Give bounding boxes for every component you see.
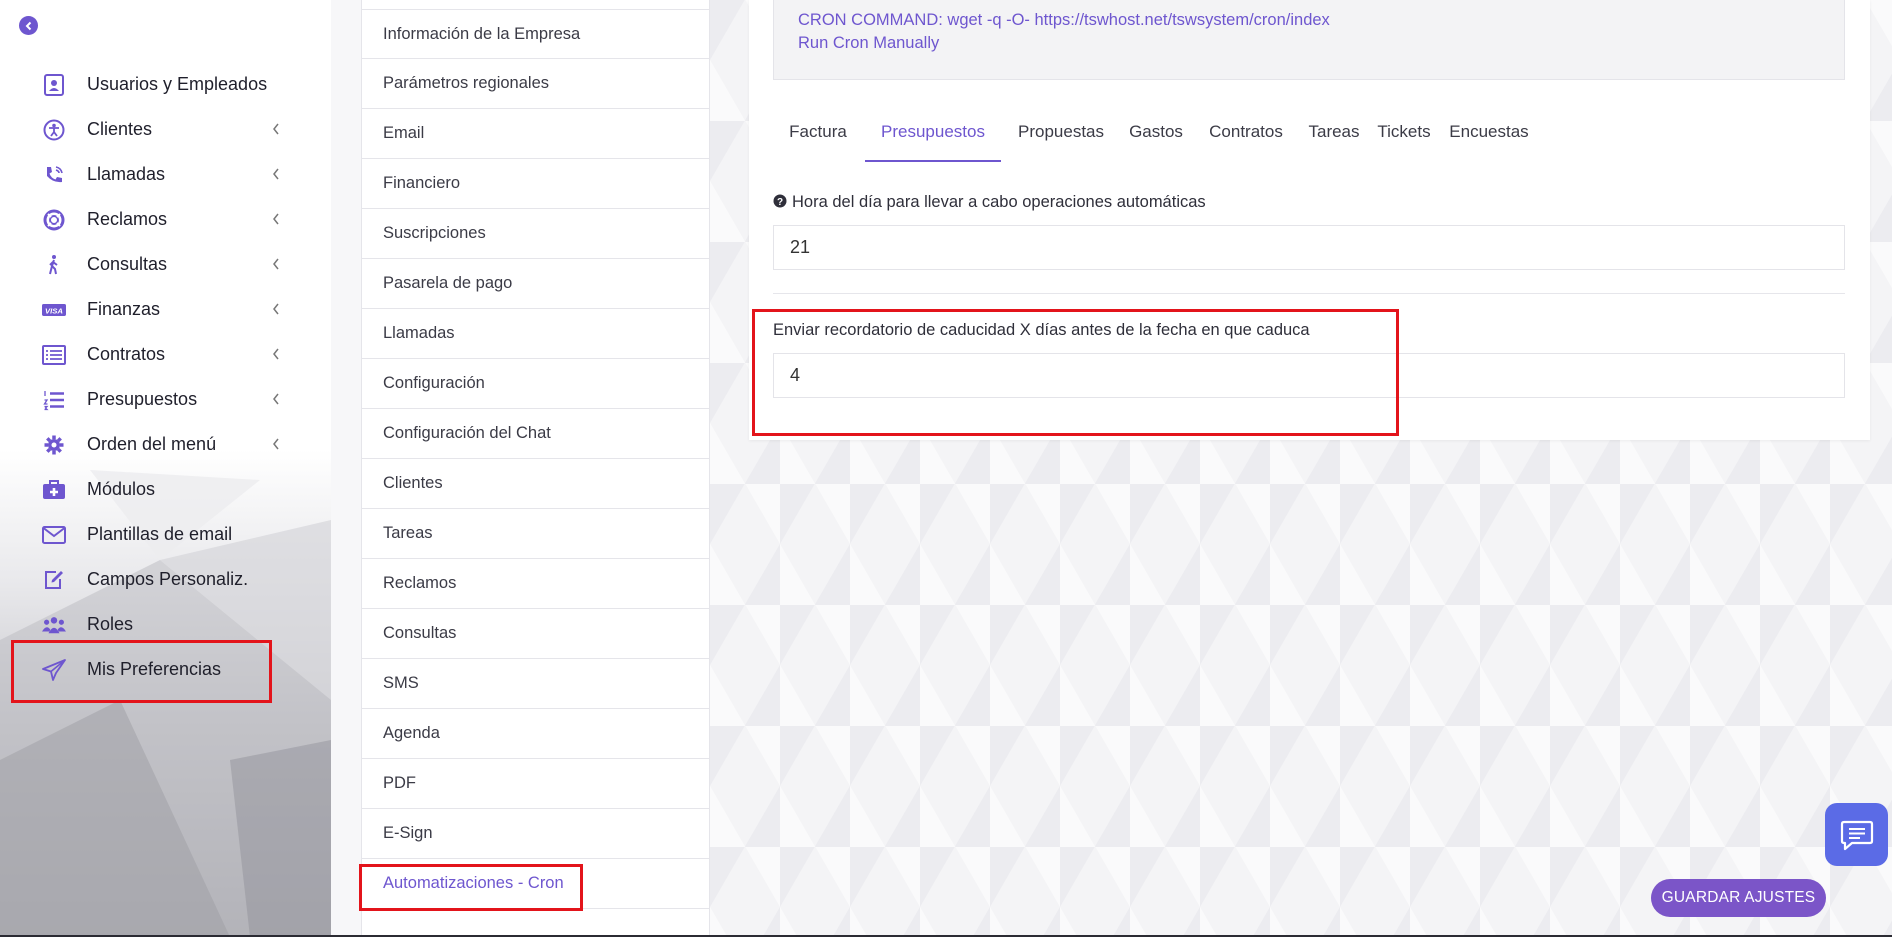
chevron-left-icon	[273, 303, 279, 315]
save-settings-button[interactable]: GUARDAR AJUSTES	[1651, 879, 1826, 917]
sidebar-item-label: Orden del menú	[87, 434, 217, 454]
sidebar-item-consultas[interactable]: Consultas	[0, 242, 331, 287]
chevron-left-icon	[273, 168, 279, 180]
highlight-box-automatizaciones	[359, 864, 583, 911]
chevron-left-icon	[273, 258, 279, 270]
tab-contratos[interactable]: Contratos	[1193, 110, 1299, 162]
sidebar-item-reclamos[interactable]: Reclamos	[0, 197, 331, 242]
settings-item-suscripciones[interactable]: Suscripciones	[362, 209, 709, 259]
sidebar-item-plantillas-email[interactable]: Plantillas de email	[0, 512, 331, 557]
chat-icon	[1840, 820, 1873, 850]
chat-button[interactable]	[1825, 803, 1888, 866]
sidebar-menu: Usuarios y Empleados Clientes Llamadas R…	[0, 62, 331, 692]
sidebar-item-label: Llamadas	[87, 164, 166, 184]
settings-item-tareas[interactable]: Tareas	[362, 509, 709, 559]
svg-text:VISA: VISA	[45, 306, 63, 315]
sidebar-item-label: Roles	[87, 614, 134, 634]
highlight-box-reminder	[752, 309, 1399, 436]
settings-item-pdf[interactable]: PDF	[362, 759, 709, 809]
sidebar-item-label: Finanzas	[87, 299, 161, 319]
sidebar-item-label: Clientes	[87, 119, 153, 139]
users-group-icon	[42, 614, 66, 636]
hour-field-label: Hora del día para llevar a cabo operacio…	[792, 193, 1206, 211]
run-cron-manually-link[interactable]: Run Cron Manually	[798, 34, 939, 53]
settings-item-consultas[interactable]: Consultas	[362, 609, 709, 659]
sidebar-item-clientes[interactable]: Clientes	[0, 107, 331, 152]
phone-ringing-icon	[42, 164, 66, 186]
tab-tickets[interactable]: Tickets	[1369, 110, 1439, 162]
chevron-left-icon	[273, 438, 279, 450]
settings-item-configuracion-chat[interactable]: Configuración del Chat	[362, 409, 709, 459]
sidebar-item-label: Reclamos	[87, 209, 168, 229]
settings-item-pasarela-pago[interactable]: Pasarela de pago	[362, 259, 709, 309]
walking-person-icon	[42, 254, 66, 276]
sidebar-item-label: Contratos	[87, 344, 166, 364]
sidebar-item-usuarios[interactable]: Usuarios y Empleados	[0, 62, 331, 107]
chevron-left-icon	[25, 21, 31, 30]
settings-menu: Información de la Empresa Parámetros reg…	[361, 0, 710, 937]
settings-item-e-sign[interactable]: E-Sign	[362, 809, 709, 859]
sidebar-item-llamadas[interactable]: Llamadas	[0, 152, 331, 197]
settings-item-sms[interactable]: SMS	[362, 659, 709, 709]
question-circle-icon[interactable]: ?	[773, 194, 787, 208]
collapse-sidebar-button[interactable]	[19, 16, 38, 35]
sidebar-item-label: Módulos	[87, 479, 156, 499]
sidebar-item-label: Presupuestos	[87, 389, 198, 409]
tab-encuestas[interactable]: Encuestas	[1441, 110, 1537, 162]
settings-item-reclamos[interactable]: Reclamos	[362, 559, 709, 609]
sidebar-item-campos-personalizados[interactable]: Campos Personaliz.	[0, 557, 331, 602]
tab-factura[interactable]: Factura	[773, 110, 863, 162]
tab-gastos[interactable]: Gastos	[1121, 110, 1191, 162]
chevron-left-icon	[273, 348, 279, 360]
chevron-left-icon	[273, 393, 279, 405]
user-card-icon	[42, 74, 66, 96]
list-box-icon	[42, 344, 66, 366]
divider	[773, 293, 1845, 294]
chevron-left-icon	[273, 213, 279, 225]
settings-item-clientes[interactable]: Clientes	[362, 459, 709, 509]
settings-item-configuracion[interactable]: Configuración	[362, 359, 709, 409]
sidebar-item-label: Plantillas de email	[87, 524, 233, 544]
settings-item-agenda[interactable]: Agenda	[362, 709, 709, 759]
settings-item-parametros-regionales[interactable]: Parámetros regionales	[362, 59, 709, 109]
sidebar-item-label: Campos Personaliz.	[87, 569, 249, 589]
cron-command-text: CRON COMMAND: wget -q -O- https://tswhos…	[798, 11, 1330, 29]
chevron-left-icon	[273, 123, 279, 135]
numbered-list-icon	[42, 389, 66, 411]
sidebar-item-orden-menu[interactable]: Orden del menú	[0, 422, 331, 467]
sidebar-item-label: Consultas	[87, 254, 168, 274]
edit-square-icon	[42, 569, 66, 591]
settings-item-email[interactable]: Email	[362, 109, 709, 159]
highlight-box-mis-preferencias	[11, 640, 272, 703]
lifebuoy-icon	[42, 209, 66, 231]
gear-icon	[42, 434, 66, 456]
sidebar: Usuarios y Empleados Clientes Llamadas R…	[0, 0, 331, 937]
accessibility-icon	[42, 119, 66, 141]
envelope-icon	[42, 524, 66, 546]
sidebar-item-label: Usuarios y Empleados	[87, 74, 268, 94]
visa-card-icon: VISA	[42, 299, 66, 321]
tab-presupuestos[interactable]: Presupuestos	[865, 110, 1001, 162]
settings-item-llamadas[interactable]: Llamadas	[362, 309, 709, 359]
sidebar-item-contratos[interactable]: Contratos	[0, 332, 331, 377]
svg-text:?: ?	[777, 197, 783, 208]
tab-propuestas[interactable]: Propuestas	[1003, 110, 1119, 162]
tab-tareas[interactable]: Tareas	[1301, 110, 1367, 162]
medkit-icon	[42, 479, 66, 501]
sidebar-item-modulos[interactable]: Módulos	[0, 467, 331, 512]
settings-item-financiero[interactable]: Financiero	[362, 159, 709, 209]
sidebar-item-presupuestos[interactable]: Presupuestos	[0, 377, 331, 422]
settings-item-informacion-empresa[interactable]: Información de la Empresa	[362, 9, 709, 59]
hour-input[interactable]: 21	[773, 225, 1845, 270]
sidebar-item-finanzas[interactable]: VISA Finanzas	[0, 287, 331, 332]
